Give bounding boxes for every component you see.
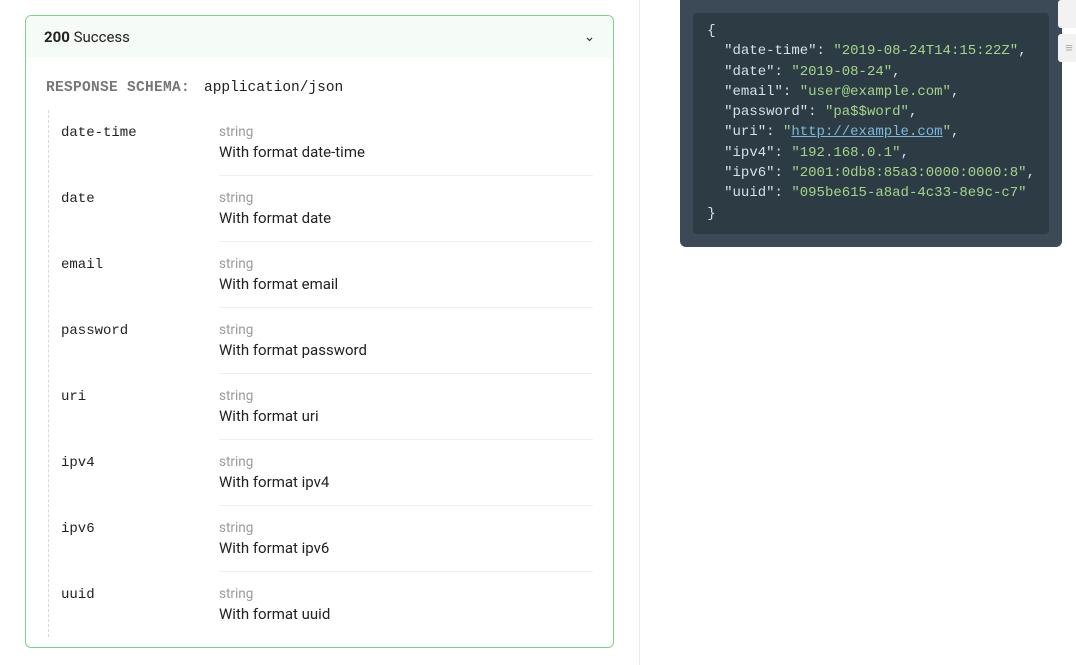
field-type: string: [219, 454, 593, 470]
field-row: ipv4string With format ipv4: [49, 440, 593, 506]
field-desc: With format uuid: [219, 605, 593, 623]
code-wrapper: { "date-time": "2019-08-24T14:15:22Z", "…: [680, 0, 1062, 247]
field-row: emailstring With format email: [49, 242, 593, 308]
response-status-text: Success: [74, 28, 130, 46]
field-meta: string With format email: [219, 256, 593, 308]
field-name: date: [61, 190, 219, 228]
field-name: ipv4: [61, 454, 219, 492]
response-header[interactable]: 200 Success ⌄: [26, 16, 613, 58]
field-meta: string With format uuid: [219, 586, 593, 637]
field-meta: string With format date: [219, 190, 593, 242]
field-name: password: [61, 322, 219, 360]
field-type: string: [219, 520, 593, 536]
field-type: string: [219, 190, 593, 206]
field-row: date-timestring With format date-time: [49, 110, 593, 176]
code-block[interactable]: { "date-time": "2019-08-24T14:15:22Z", "…: [693, 13, 1049, 234]
schema-panel: 200 Success ⌄ RESPONSE SCHEMA: applicati…: [0, 0, 640, 665]
example-panel: { "date-time": "2019-08-24T14:15:22Z", "…: [640, 0, 1076, 665]
response-card: 200 Success ⌄ RESPONSE SCHEMA: applicati…: [25, 15, 614, 648]
response-code: 200: [44, 28, 70, 46]
side-toolbar: ≡: [1058, 0, 1076, 62]
list-icon[interactable]: ≡: [1058, 34, 1076, 62]
schema-section: RESPONSE SCHEMA: application/json date-t…: [26, 58, 613, 647]
field-meta: string With format uri: [219, 388, 593, 440]
field-row: ipv6string With format ipv6: [49, 506, 593, 572]
field-name: date-time: [61, 124, 219, 162]
field-meta: string With format ipv6: [219, 520, 593, 572]
field-name: email: [61, 256, 219, 294]
field-desc: With format uri: [219, 407, 593, 425]
field-row: uristring With format uri: [49, 374, 593, 440]
field-type: string: [219, 322, 593, 338]
field-name: uri: [61, 388, 219, 426]
field-name: uuid: [61, 586, 219, 623]
field-name: ipv6: [61, 520, 219, 558]
field-desc: With format date: [219, 209, 593, 227]
field-list: date-timestring With format date-timedat…: [48, 110, 593, 637]
field-meta: string With format ipv4: [219, 454, 593, 506]
field-meta: string With format password: [219, 322, 593, 374]
field-row: datestring With format date: [49, 176, 593, 242]
field-type: string: [219, 388, 593, 404]
field-row: uuidstring With format uuid: [49, 572, 593, 637]
field-desc: With format date-time: [219, 143, 593, 161]
chevron-down-icon: ⌄: [584, 29, 596, 45]
schema-content-type: application/json: [204, 80, 343, 96]
field-type: string: [219, 256, 593, 272]
schema-label: RESPONSE SCHEMA:: [46, 80, 190, 96]
field-desc: With format password: [219, 341, 593, 359]
field-desc: With format ipv6: [219, 539, 593, 557]
field-type: string: [219, 124, 593, 140]
response-status: 200 Success: [44, 28, 130, 46]
side-button-top[interactable]: [1058, 0, 1076, 28]
field-row: passwordstring With format password: [49, 308, 593, 374]
field-type: string: [219, 586, 593, 602]
field-desc: With format ipv4: [219, 473, 593, 491]
field-desc: With format email: [219, 275, 593, 293]
field-meta: string With format date-time: [219, 124, 593, 176]
